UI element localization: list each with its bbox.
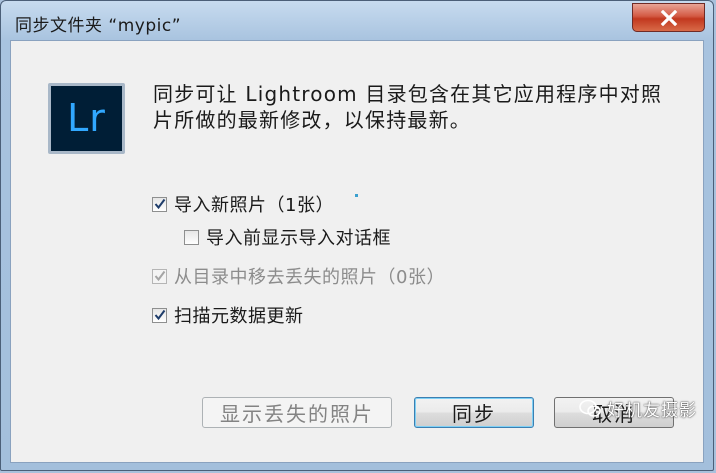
chat-bubble-icon (579, 399, 601, 417)
message-line-2: 片所做的最新修改，以保持最新。 (153, 108, 471, 132)
lightroom-logo: Lr (48, 83, 125, 154)
show-missing-photos-button: 显示丢失的照片 (202, 397, 392, 428)
checkmark-icon (154, 198, 166, 209)
scan-metadata-option[interactable]: 扫描元数据更新 (152, 302, 304, 328)
sync-description: 同步可让 Lightroom 目录包含在其它应用程序中对照 片所做的最新修改，以… (153, 81, 693, 133)
import-new-photos-label: 导入新照片（1张） (174, 195, 334, 216)
checkmark-icon (154, 309, 166, 320)
watermark-text: 好机友摄影 (607, 401, 697, 421)
remove-missing-photos-checkbox (152, 268, 167, 284)
remove-missing-photos-label: 从目录中移去丢失的照片（0张） (174, 267, 445, 288)
close-icon (660, 9, 677, 26)
close-button[interactable] (632, 3, 705, 32)
checkmark-icon (154, 270, 166, 281)
scan-metadata-checkbox[interactable] (152, 307, 167, 323)
import-new-photos-option[interactable]: 导入新照片（1张） (152, 191, 334, 217)
window-title: 同步文件夹 “mypic” (15, 16, 181, 36)
focus-dot (355, 194, 358, 197)
message-line-1: 同步可让 Lightroom 目录包含在其它应用程序中对照 (153, 82, 663, 106)
show-import-dialog-label: 导入前显示导入对话框 (206, 228, 391, 249)
sync-folder-dialog: 同步文件夹 “mypic” Lr 同步可让 Lightroom 目录包含在其它应… (0, 0, 714, 471)
logo-text: Lr (67, 95, 106, 140)
remove-missing-photos-option: 从目录中移去丢失的照片（0张） (152, 263, 445, 289)
scan-metadata-label: 扫描元数据更新 (174, 306, 304, 327)
sync-button[interactable]: 同步 (414, 397, 534, 428)
watermark: 好机友摄影 (579, 396, 697, 421)
show-import-dialog-option[interactable]: 导入前显示导入对话框 (184, 224, 391, 250)
show-import-dialog-checkbox[interactable] (184, 229, 199, 245)
import-new-photos-checkbox[interactable] (152, 196, 167, 212)
